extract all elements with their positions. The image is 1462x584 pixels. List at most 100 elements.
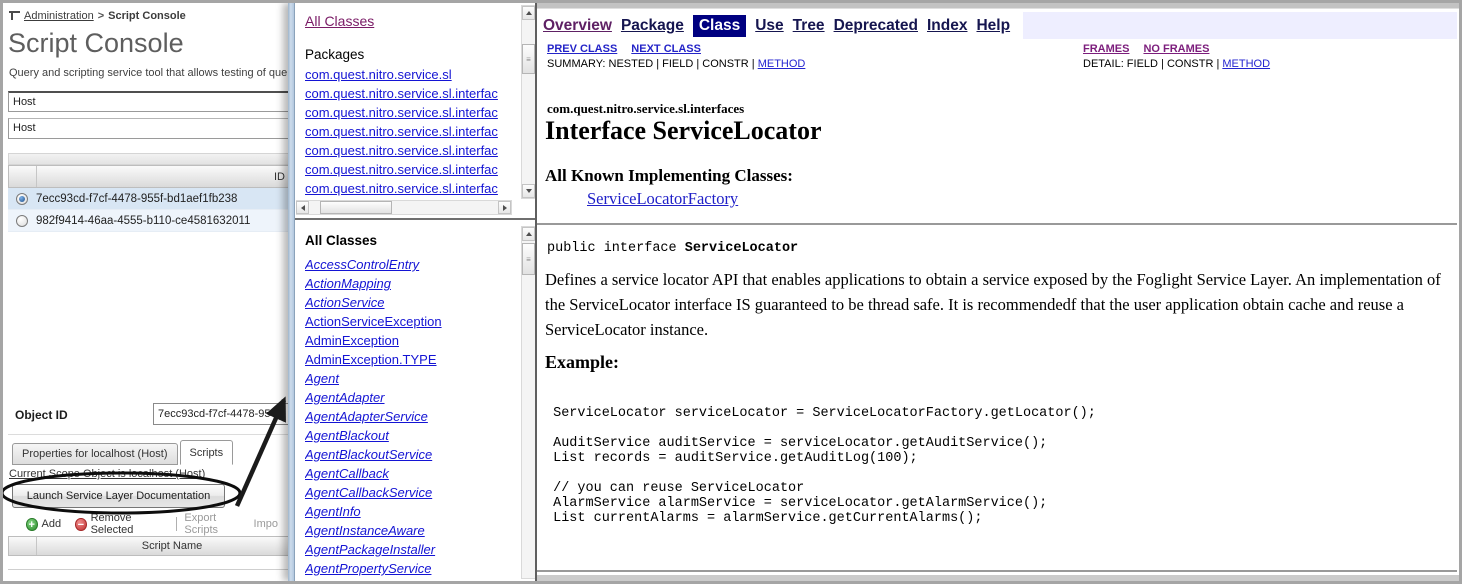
class-link[interactable]: AgentService [305,578,513,581]
service-locator-factory-link[interactable]: ServiceLocatorFactory [587,189,738,209]
scroll-up-button[interactable] [522,6,535,20]
class-link[interactable]: AgentInstanceAware [305,521,513,540]
triangle-right-icon [502,204,507,211]
export-scripts-button[interactable]: Export Scripts [184,512,243,536]
class-pager-links: PREV CLASS NEXT CLASS [547,43,715,55]
breadcrumb-administration-link[interactable]: Administration [24,10,94,22]
scroll-right-button[interactable] [498,201,511,214]
scrollbar-thumb[interactable]: ≡ [522,243,535,275]
package-link[interactable]: com.quest.nitro.service.sl.interfac [305,122,513,141]
horizontal-scrollbar[interactable] [296,200,512,215]
class-link[interactable]: AgentBlackoutService [305,445,513,464]
type-selector-2[interactable]: Host [8,118,288,139]
class-link[interactable]: AgentInfo [305,502,513,521]
javadoc-frames-window: All Classes Packages com.quest.nitro.ser… [288,3,537,581]
class-link[interactable]: AgentBlackout [305,426,513,445]
nav-item[interactable]: Deprecated [834,17,918,35]
scripts-toolbar: + Add − Remove Selected Export Scripts I… [12,512,288,536]
row-id-value: 982f9414-46aa-4555-b110-ce4581632011 [36,214,251,227]
package-name: com.quest.nitro.service.sl.interfaces [547,101,745,116]
all-classes-frame: All Classes AccessControlEntry ActionMapp… [296,224,535,581]
add-button[interactable]: Add [42,518,62,530]
window-top-edge [537,3,1459,9]
remove-icon[interactable]: − [75,517,87,531]
nav-item[interactable]: Index [927,17,967,35]
triangle-down-icon [525,189,532,193]
script-table-empty-row [8,556,288,570]
signature-class-name: ServiceLocator [684,241,799,256]
nav-item[interactable]: Overview [543,17,612,35]
radio-selected-icon[interactable] [16,192,28,205]
import-scripts-button[interactable]: Impo [254,518,278,530]
vertical-scrollbar[interactable]: ≡ [521,5,535,199]
class-link[interactable]: ActionMapping [305,274,513,293]
toolbar-divider [175,517,177,531]
detail-text: DETAIL: FIELD | CONSTR | [1083,58,1223,70]
remove-selected-button[interactable]: Remove Selected [91,512,166,536]
javadoc-nav-bar: Overview Package Class Use Tree Deprecated Ind… [543,12,1457,39]
class-link[interactable]: AgentAdapterService [305,407,513,426]
class-link[interactable]: Agent [305,369,513,388]
table-row[interactable]: 7ecc93cd-f7cf-4478-955f-bd1aef1fb238 [8,188,288,210]
type-selector-1[interactable]: Host [8,91,288,112]
frame-divider[interactable] [295,218,535,220]
no-frames-link[interactable]: NO FRAMES [1143,43,1209,55]
scroll-down-button[interactable] [522,184,535,198]
frames-link[interactable]: FRAMES [1083,43,1129,55]
select-column-header [9,166,37,187]
class-link[interactable]: AccessControlEntry [305,255,513,274]
scrollbar-thumb[interactable]: ≡ [522,44,535,74]
signature-modifiers: public interface [547,241,685,256]
class-link[interactable]: AdminException.TYPE [305,350,513,369]
breadcrumb-separator: > [97,10,105,22]
class-link[interactable]: AgentPackageInstaller [305,540,513,559]
summary-method-link[interactable]: METHOD [758,58,806,70]
object-id-input[interactable] [153,403,288,425]
summary-links-row: SUMMARY: NESTED | FIELD | CONSTR | METHO… [547,58,805,70]
scroll-up-button[interactable] [522,227,535,241]
nav-item[interactable]: Package [621,17,684,35]
package-link[interactable]: com.quest.nitro.service.sl.interfac [305,141,513,160]
tab[interactable]: Scripts [179,440,234,465]
class-link[interactable]: ActionService [305,293,513,312]
class-link[interactable]: AgentCallback [305,464,513,483]
dashboards-icon [9,11,20,21]
package-link[interactable]: com.quest.nitro.service.sl.interfac [305,84,513,103]
window-left-edge [288,3,295,581]
class-link[interactable]: AgentAdapter [305,388,513,407]
prev-class-link[interactable]: PREV CLASS [547,43,617,55]
package-link[interactable]: com.quest.nitro.service.sl.interfac [305,179,513,198]
nav-item[interactable]: Help [976,17,1010,35]
frames-links: FRAMES NO FRAMES [1083,43,1223,55]
script-name-column-header: Script Name [141,540,203,552]
nav-item[interactable]: Use [755,17,783,35]
add-icon[interactable]: + [26,517,38,531]
script-console-panel: Administration > Script Console Script C… [3,3,288,581]
packages-label: Packages [305,47,365,62]
table-row[interactable]: 982f9414-46aa-4555-b110-ce4581632011 [8,210,288,232]
package-link[interactable]: com.quest.nitro.service.sl [305,65,513,84]
package-link-list: com.quest.nitro.service.sl com.quest.nitr… [305,65,513,198]
all-classes-link[interactable]: All Classes [305,13,374,29]
page-subtitle: Query and scripting service tool that al… [9,67,288,79]
class-link[interactable]: AgentPropertyService [305,559,513,578]
detail-method-link[interactable]: METHOD [1222,58,1270,70]
radio-unselected-icon[interactable] [16,214,28,227]
vertical-scrollbar[interactable]: ≡ [521,226,535,579]
breadcrumb: Administration > Script Console [9,10,186,22]
scrollbar-thumb[interactable] [320,201,392,214]
class-link[interactable]: AdminException [305,331,513,350]
nav-item[interactable]: Class [692,14,747,37]
example-heading: Example: [545,352,619,372]
tab[interactable]: Properties for localhost (Host) [12,443,178,465]
package-link[interactable]: com.quest.nitro.service.sl.interfac [305,160,513,179]
summary-text: SUMMARY: NESTED | FIELD | CONSTR | [547,58,758,70]
current-scope-text: Current Scope Object is localhost (Host) [9,468,206,480]
class-link[interactable]: ActionServiceException [305,312,513,331]
launch-service-layer-documentation-button[interactable]: Launch Service Layer Documentation [12,484,225,508]
class-link[interactable]: AgentCallbackService [305,483,513,502]
next-class-link[interactable]: NEXT CLASS [631,43,701,55]
nav-item[interactable]: Tree [793,17,825,35]
scroll-left-button[interactable] [296,201,309,214]
package-link[interactable]: com.quest.nitro.service.sl.interfac [305,103,513,122]
